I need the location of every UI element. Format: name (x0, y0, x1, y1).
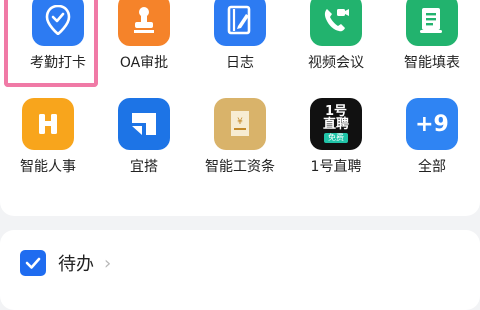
app-yida[interactable]: 宜搭 (96, 98, 192, 176)
app-label: 智能填表 (404, 55, 460, 71)
app-label: OA审批 (119, 55, 169, 71)
svg-text:¥: ¥ (237, 117, 243, 127)
chevron-right-icon: › (104, 252, 112, 274)
todo-check-icon (20, 250, 46, 276)
app-smart-hr[interactable]: 智能人事 (0, 98, 96, 176)
form-sheet-icon (406, 0, 458, 46)
app-label: 智能工资条 (205, 159, 275, 175)
app-video-meeting[interactable]: 视频会议 (288, 0, 384, 72)
more-count: +9 (415, 111, 449, 137)
app-label: 日志 (226, 55, 254, 71)
stamp-icon (118, 0, 170, 46)
app-log[interactable]: 日志 (192, 0, 288, 72)
notebook-pen-icon (214, 0, 266, 46)
selection-highlight (4, 0, 98, 87)
app-smart-form[interactable]: 智能填表 (384, 0, 480, 72)
app-label: 视频会议 (308, 55, 364, 71)
app-label: 1号直聘 (310, 159, 362, 175)
app-all[interactable]: +9 全部 (384, 98, 480, 176)
app-label: 全部 (418, 159, 446, 175)
free-badge: 免费 (324, 133, 348, 143)
yida-logo-icon (118, 98, 170, 150)
salary-slip-icon: ¥ (214, 98, 266, 150)
zhipin-logo-icon: 1号 直聘 免费 (310, 98, 362, 150)
h-logo-icon (22, 98, 74, 150)
app-label: 宜搭 (130, 159, 158, 175)
app-1hao-zhipin[interactable]: 1号 直聘 免费 1号直聘 (288, 98, 384, 176)
todo-row[interactable]: 待办 › (20, 250, 111, 276)
todo-card: 待办 › (0, 230, 480, 310)
app-smart-salary[interactable]: ¥ 智能工资条 (192, 98, 288, 176)
app-label: 智能人事 (20, 159, 76, 175)
more-apps-icon: +9 (406, 98, 458, 150)
todo-label: 待办 (58, 254, 94, 275)
apps-card: 考勤打卡 OA审批 日志 视频会议 智能填表 智能人事 宜搭 ¥ 智能工资条 1… (0, 0, 480, 216)
video-phone-icon (310, 0, 362, 46)
app-oa-approval[interactable]: OA审批 (96, 0, 192, 72)
